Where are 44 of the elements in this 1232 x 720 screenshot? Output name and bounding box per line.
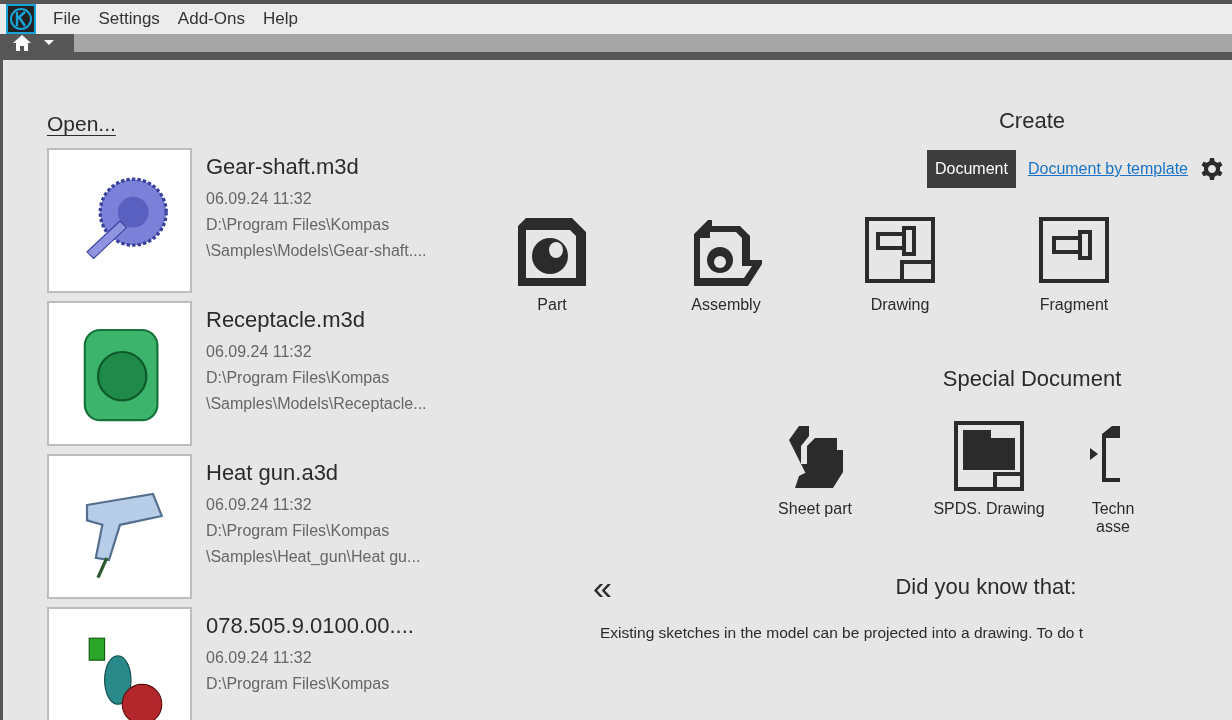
file-name[interactable]: Receptacle.m3d [206,307,427,333]
part-icon [516,216,588,288]
special-document-button[interactable]: SPDS. Drawing [902,420,1076,536]
model-thumbnail[interactable] [47,148,192,293]
menu-item[interactable]: File [44,9,90,29]
special-document-title: Special Document [941,366,1123,392]
file-date: 06.09.24 11:32 [206,342,313,362]
file-path: D:\Program Files\Kompas [206,215,391,235]
create-title: Create [997,108,1066,134]
home-icon[interactable] [12,34,32,52]
file-path: \Samples\Models\Receptacle... [206,394,427,414]
create-document-button[interactable]: Part [465,216,639,314]
building-plan-icon [953,420,1025,492]
previous-tip-button[interactable]: « [593,570,612,604]
menu-item[interactable]: Settings [89,9,169,29]
model-thumbnail[interactable] [47,301,192,446]
file-name[interactable]: 078.505.9.0100.00.... [206,613,414,639]
document-mode-tab[interactable]: Document by template [1025,150,1190,188]
create-document-button[interactable]: Fragment [987,216,1161,314]
tip-text: Existing sketches in the model can be projected into a drawing. To do t [600,624,1085,642]
app-logo-icon[interactable] [6,4,36,34]
create-document-button[interactable]: Drawing [813,216,987,314]
file-date: 06.09.24 11:32 [206,189,313,209]
file-date: 06.09.24 11:32 [206,648,313,668]
file-name[interactable]: Gear-shaft.m3d [206,154,427,180]
caret-icon[interactable] [44,40,54,46]
file-path: D:\Program Files\Kompas [206,521,391,541]
model-thumbnail[interactable] [47,454,192,599]
create-document-button[interactable]: Assembly [639,216,813,314]
file-name[interactable]: Heat gun.a3d [206,460,421,486]
menu-item[interactable]: Help [253,9,307,29]
tips-title: Did you know that: [894,574,1078,600]
menu-item[interactable]: Add-Ons [168,9,254,29]
file-path: \Samples\Models\Gear-shaft.... [206,241,427,261]
open-link[interactable]: Open... [47,112,489,136]
model-thumbnail[interactable] [47,607,192,720]
file-path: D:\Program Files\Kompas [206,368,391,388]
special-document-button[interactable]: Sheet part [728,420,902,536]
special-document-button[interactable]: Techn asse [1076,420,1140,536]
file-path: \Samples\Heat_gun\Heat gu... [206,547,421,567]
file-path: D:\Program Files\Kompas [206,674,391,694]
file-date: 06.09.24 11:32 [206,495,313,515]
document-mode-tab[interactable]: Document [927,150,1016,188]
settings-icon[interactable] [1200,157,1224,181]
